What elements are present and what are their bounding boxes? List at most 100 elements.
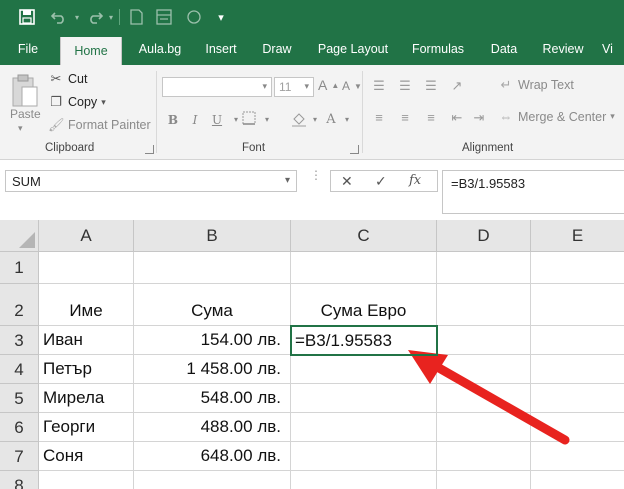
cell-d6[interactable]	[437, 413, 531, 442]
tab-aula-bg[interactable]: Aula.bg	[128, 34, 192, 65]
shape-icon[interactable]	[184, 6, 204, 28]
cell-e4[interactable]	[531, 355, 624, 384]
cell-e8[interactable]	[531, 471, 624, 489]
font-size-select[interactable]: 11 ▾	[274, 77, 314, 97]
row-header-3[interactable]: 3	[0, 326, 39, 355]
undo-dropdown-icon[interactable]: ▾	[72, 6, 82, 28]
row-header-2[interactable]: 2	[0, 284, 39, 326]
decrease-indent-icon[interactable]: ⇤	[446, 109, 468, 127]
enter-icon[interactable]: ✓	[375, 173, 387, 190]
row-header-5[interactable]: 5	[0, 384, 39, 413]
merge-dropdown-icon[interactable]: ▾	[610, 111, 615, 122]
cell-d3[interactable]	[437, 326, 531, 355]
print-preview-icon[interactable]	[154, 6, 174, 28]
undo-icon[interactable]	[48, 6, 70, 28]
name-box[interactable]: SUM ▾	[5, 170, 297, 192]
cell-c6[interactable]	[291, 413, 437, 442]
cell-a6[interactable]: Георги	[39, 413, 134, 442]
font-color-dropdown-icon[interactable]: ▾	[338, 111, 356, 129]
cell-c1[interactable]	[291, 252, 437, 284]
redo-icon[interactable]	[84, 6, 106, 28]
cell-b8[interactable]	[134, 471, 291, 489]
splitter-handle[interactable]: ⋮	[310, 169, 322, 189]
tab-review[interactable]: Review	[536, 34, 590, 65]
tab-data[interactable]: Data	[484, 34, 524, 65]
column-header-e[interactable]: E	[531, 220, 624, 252]
cell-e6[interactable]	[531, 413, 624, 442]
borders-icon[interactable]	[240, 111, 258, 129]
cell-b3[interactable]: 154.00 лв.	[134, 326, 291, 355]
cut-button[interactable]: ✂ Cut	[48, 71, 88, 87]
bold-button[interactable]: B	[164, 111, 182, 129]
cell-e7[interactable]	[531, 442, 624, 471]
align-middle-icon[interactable]: ☰	[394, 77, 416, 95]
cancel-icon[interactable]: ✕	[341, 173, 353, 190]
cell-a3[interactable]: Иван	[39, 326, 134, 355]
cell-d7[interactable]	[437, 442, 531, 471]
tab-home[interactable]: Home	[60, 37, 122, 65]
select-all-button[interactable]	[0, 220, 39, 252]
column-header-b[interactable]: B	[134, 220, 291, 252]
tab-formulas[interactable]: Formulas	[404, 34, 472, 65]
tab-page-layout[interactable]: Page Layout	[312, 34, 394, 65]
cell-e2[interactable]	[531, 284, 624, 326]
cell-d8[interactable]	[437, 471, 531, 489]
cell-d2[interactable]	[437, 284, 531, 326]
paste-dropdown-icon[interactable]: ▾	[18, 123, 23, 134]
cell-b6[interactable]: 488.00 лв.	[134, 413, 291, 442]
cell-a7[interactable]: Соня	[39, 442, 134, 471]
font-launcher-icon[interactable]	[350, 145, 359, 154]
cell-e5[interactable]	[531, 384, 624, 413]
align-center-icon[interactable]: ≡	[394, 109, 416, 127]
cell-b7[interactable]: 648.00 лв.	[134, 442, 291, 471]
row-header-7[interactable]: 7	[0, 442, 39, 471]
row-header-1[interactable]: 1	[0, 252, 39, 284]
align-top-icon[interactable]: ☰	[368, 77, 390, 95]
italic-button[interactable]: I	[186, 111, 204, 129]
clipboard-launcher-icon[interactable]	[145, 145, 154, 154]
customize-qat-icon[interactable]: ▾	[214, 6, 228, 28]
cell-d5[interactable]	[437, 384, 531, 413]
tab-draw[interactable]: Draw	[254, 34, 300, 65]
cell-c5[interactable]	[291, 384, 437, 413]
tab-file[interactable]: File	[8, 34, 48, 65]
formula-input[interactable]: =B3/1.95583	[442, 170, 624, 214]
chevron-down-icon[interactable]: ▾	[285, 175, 290, 186]
cell-a8[interactable]	[39, 471, 134, 489]
paste-icon[interactable]	[10, 73, 40, 109]
cell-d1[interactable]	[437, 252, 531, 284]
borders-dropdown-icon[interactable]: ▾	[258, 111, 276, 129]
insert-function-icon[interactable]: fx	[409, 173, 421, 188]
align-left-icon[interactable]: ≡	[368, 109, 390, 127]
cell-a1[interactable]	[39, 252, 134, 284]
align-right-icon[interactable]: ≡	[420, 109, 442, 127]
paste-button[interactable]: Paste	[10, 107, 41, 121]
cell-d4[interactable]	[437, 355, 531, 384]
cell-c2[interactable]: Сума Евро	[291, 284, 437, 326]
column-header-a[interactable]: A	[39, 220, 134, 252]
cell-b5[interactable]: 548.00 лв.	[134, 384, 291, 413]
cell-a4[interactable]: Петър	[39, 355, 134, 384]
redo-dropdown-icon[interactable]: ▾	[106, 6, 116, 28]
cell-a5[interactable]: Мирела	[39, 384, 134, 413]
cell-c7[interactable]	[291, 442, 437, 471]
increase-font-icon[interactable]: A ▲	[318, 77, 339, 93]
decrease-font-icon[interactable]: A ▼	[342, 79, 362, 93]
wrap-text-button[interactable]: ↵ Wrap Text	[498, 77, 574, 93]
merge-center-button[interactable]: ⇔ Merge & Center ▾	[498, 109, 615, 124]
align-bottom-icon[interactable]: ☰	[420, 77, 442, 95]
copy-button[interactable]: ❐ Copy ▾	[48, 94, 106, 110]
cell-c4[interactable]	[291, 355, 437, 384]
row-header-8[interactable]: 8	[0, 471, 39, 489]
increase-indent-icon[interactable]: ⇥	[468, 109, 490, 127]
underline-button[interactable]: U	[208, 111, 226, 129]
cell-b4[interactable]: 1 458.00 лв.	[134, 355, 291, 384]
save-icon[interactable]	[16, 6, 38, 28]
cell-c3-editing[interactable]: =B3/1.95583	[290, 325, 438, 356]
cell-e1[interactable]	[531, 252, 624, 284]
column-header-d[interactable]: D	[437, 220, 531, 252]
cell-b2[interactable]: Сума	[134, 284, 291, 326]
font-name-select[interactable]: ▾	[162, 77, 272, 97]
tab-view[interactable]: Vi	[602, 34, 624, 65]
copy-dropdown-icon[interactable]: ▾	[101, 97, 106, 108]
